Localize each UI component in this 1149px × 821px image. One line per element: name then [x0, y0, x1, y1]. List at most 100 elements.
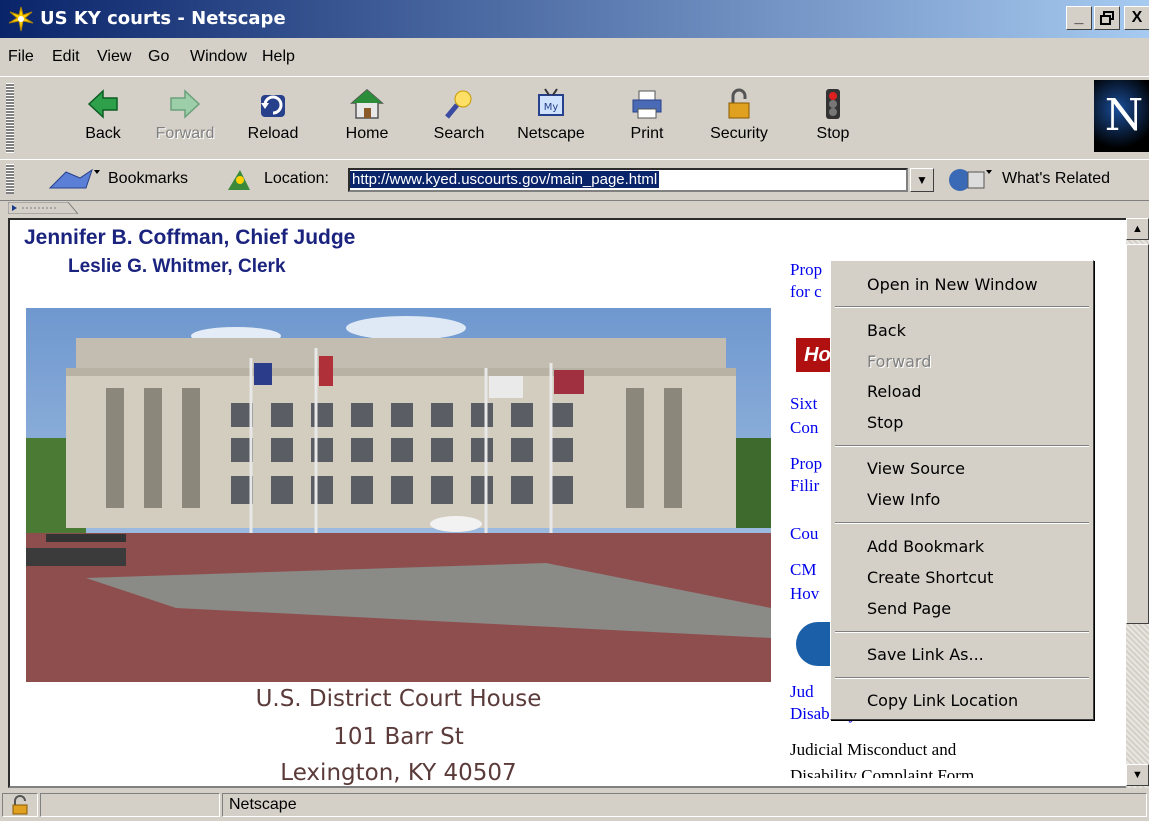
location-url-field[interactable]: http://www.kyed.uscourts.gov/main_page.h… [348, 168, 908, 192]
vertical-scrollbar[interactable]: ▲ ▼ [1126, 218, 1149, 788]
right-link-8[interactable]: CM [790, 560, 816, 580]
menu-separator [835, 445, 1089, 447]
menu-add-bookmark[interactable]: Add Bookmark [867, 537, 984, 556]
search-label: Search [433, 125, 485, 142]
menu-bar: File Edit View Go Window Help [0, 40, 1149, 74]
menu-save-link-as[interactable]: Save Link As... [867, 645, 984, 664]
scroll-thumb[interactable] [1126, 244, 1149, 624]
printer-icon [632, 90, 662, 119]
security-button[interactable]: Security [696, 81, 782, 153]
menu-go[interactable]: Go [148, 48, 169, 66]
my-netscape-button[interactable]: My Netscape [508, 81, 594, 153]
window-title: US KY courts - Netscape [40, 8, 286, 29]
courthouse-photo [26, 308, 771, 682]
menu-create-shortcut[interactable]: Create Shortcut [867, 568, 993, 587]
right-link-10[interactable]: Jud [790, 682, 814, 702]
menu-view-info[interactable]: View Info [867, 490, 940, 509]
chief-judge-heading: Jennifer B. Coffman, Chief Judge [24, 226, 356, 249]
padlock-icon [728, 88, 750, 119]
search-button[interactable]: Search [416, 81, 502, 153]
netscape-app-icon [8, 6, 34, 32]
print-label: Print [630, 125, 664, 142]
forward-label: Forward [155, 125, 215, 142]
right-link-7[interactable]: Cou [790, 524, 818, 544]
home-label: Home [345, 125, 389, 142]
minimize-button[interactable]: _ [1066, 6, 1092, 30]
stop-light-icon [826, 89, 840, 119]
reload-button[interactable]: Reload [230, 81, 316, 153]
netscape-logo[interactable]: N [1094, 80, 1149, 152]
progress-box [40, 793, 220, 817]
location-url-text: http://www.kyed.uscourts.gov/main_page.h… [350, 171, 660, 188]
my-netscape-icon-text: My [544, 102, 559, 113]
security-label: Security [710, 125, 768, 142]
right-link-2[interactable]: for c [790, 282, 822, 302]
stop-button[interactable]: Stop [790, 81, 876, 153]
menu-window[interactable]: Window [190, 48, 247, 66]
menu-view[interactable]: View [97, 48, 131, 66]
arrow-down-icon: ▼ [1132, 769, 1143, 781]
back-label: Back [85, 125, 121, 142]
menu-help[interactable]: Help [262, 48, 295, 66]
stop-label: Stop [816, 125, 850, 142]
location-dropdown-button[interactable]: ▼ [910, 168, 934, 192]
caption-line-2: 101 Barr St [333, 724, 464, 750]
right-text: Judicial Misconduct and [790, 740, 957, 759]
menu-file[interactable]: File [8, 48, 34, 66]
home-icon [349, 89, 385, 119]
location-icon [228, 170, 250, 190]
whats-related-icon [949, 169, 992, 191]
title-bar: US KY courts - Netscape _ X [0, 0, 1149, 38]
menu-reload[interactable]: Reload [867, 382, 921, 401]
print-button[interactable]: Print [604, 81, 690, 153]
collapsed-toolbar-tab[interactable] [8, 202, 78, 214]
scroll-down-button[interactable]: ▼ [1126, 764, 1149, 786]
location-toolbar-grip[interactable] [6, 164, 14, 194]
menu-stop[interactable]: Stop [867, 413, 903, 432]
my-netscape-icon: My [538, 88, 564, 116]
menu-open-new-window[interactable]: Open in New Window [867, 275, 1038, 294]
back-arrow-icon [87, 89, 118, 119]
menu-forward[interactable]: Forward [867, 352, 931, 371]
chevron-down-icon: ▼ [916, 173, 928, 187]
bookmarks-button[interactable]: Bookmarks [108, 170, 188, 188]
maximize-icon [1100, 11, 1114, 25]
right-link-5[interactable]: Prop [790, 454, 822, 474]
menu-view-source[interactable]: View Source [867, 459, 965, 478]
menu-separator [835, 522, 1089, 524]
right-link-6[interactable]: Filir [790, 476, 819, 496]
back-button[interactable]: Back [60, 81, 146, 153]
status-bar: Netscape [0, 790, 1149, 819]
menu-back[interactable]: Back [867, 321, 906, 340]
padlock-icon [12, 795, 28, 815]
forward-arrow-icon [170, 89, 201, 119]
toolbar-grip[interactable] [6, 83, 14, 153]
bookmarks-icon [48, 168, 100, 189]
close-button[interactable]: X [1124, 6, 1149, 30]
home-button[interactable]: Home [324, 81, 410, 153]
right-link-3[interactable]: Sixt [790, 394, 817, 414]
scroll-up-button[interactable]: ▲ [1126, 218, 1149, 240]
caption-line-3: Lexington, KY 40507 [280, 760, 517, 786]
arrow-up-icon: ▲ [1132, 223, 1143, 235]
reload-label: Reload [247, 125, 299, 142]
menu-edit[interactable]: Edit [52, 48, 80, 66]
menu-send-page[interactable]: Send Page [867, 599, 951, 618]
right-link-4[interactable]: Con [790, 418, 818, 438]
right-link-9[interactable]: Hov [790, 584, 819, 604]
clerk-heading: Leslie G. Whitmer, Clerk [68, 256, 286, 277]
caption-line-1: U.S. District Court House [255, 686, 542, 712]
reload-icon [261, 95, 285, 117]
menu-copy-link-location[interactable]: Copy Link Location [867, 691, 1018, 710]
right-text-cut: Disability Complaint Form [790, 766, 975, 778]
context-menu: Open in New Window Back Forward Reload S… [830, 260, 1094, 720]
right-link-1[interactable]: Prop [790, 260, 822, 280]
navigation-toolbar: Back Forward Reload Home Search My Netsc… [0, 76, 1149, 160]
menu-separator [835, 306, 1089, 308]
status-text: Netscape [222, 793, 1147, 817]
security-indicator[interactable] [2, 793, 38, 817]
menu-separator [835, 631, 1089, 633]
forward-button[interactable]: Forward [142, 81, 228, 153]
whats-related-button[interactable]: What's Related [1002, 170, 1110, 188]
maximize-button[interactable] [1094, 6, 1120, 30]
